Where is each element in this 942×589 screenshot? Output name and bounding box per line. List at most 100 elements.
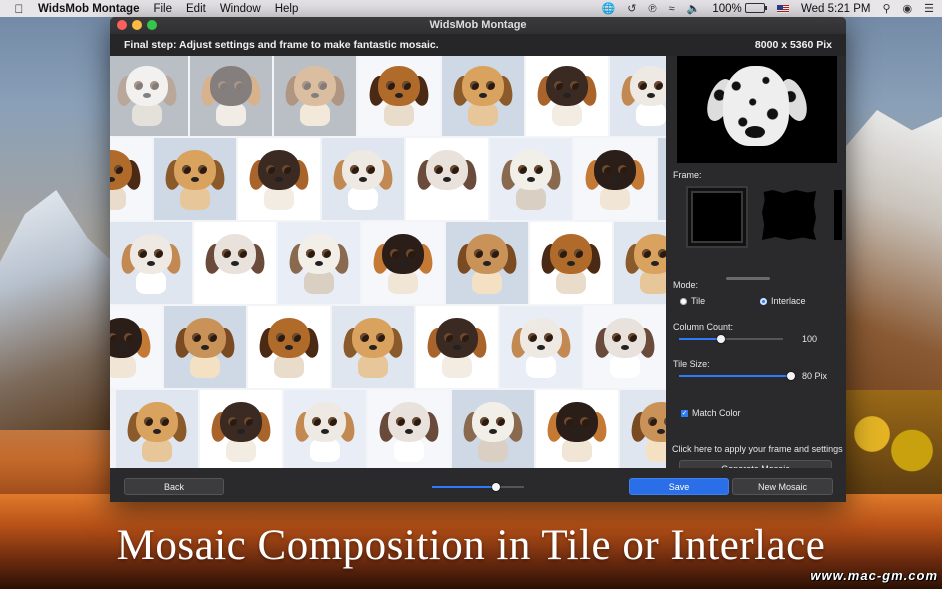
- puppy-figure: [367, 62, 431, 128]
- mosaic-row: [116, 390, 666, 468]
- zoom-slider-fill: [432, 486, 497, 488]
- puppy-nose: [399, 261, 407, 266]
- puppy-eye: [386, 81, 395, 90]
- column-count-label: Column Count:: [673, 322, 734, 332]
- frame-option-partial[interactable]: [834, 190, 842, 240]
- puppy-figure: [539, 230, 603, 296]
- checkmark-icon: ✓: [681, 409, 688, 417]
- mosaic-tile: [368, 390, 450, 468]
- puppy-eye: [528, 333, 537, 342]
- back-button[interactable]: Back: [124, 478, 224, 495]
- window-titlebar[interactable]: WidsMob Montage: [110, 17, 846, 34]
- mosaic-tile: [500, 306, 582, 388]
- frame-option-rough[interactable]: [762, 190, 816, 240]
- puppy-eye: [124, 333, 133, 342]
- notification-center-icon[interactable]: ☰: [924, 2, 934, 15]
- column-count-value: 100: [802, 334, 818, 344]
- column-count-slider[interactable]: [679, 335, 783, 343]
- column-count-slider-knob[interactable]: [716, 335, 725, 343]
- menu-edit[interactable]: Edit: [186, 3, 206, 15]
- mosaic-tile: [194, 222, 276, 304]
- mode-interlace-radio[interactable]: Interlace: [760, 296, 806, 306]
- original-image-preview[interactable]: [677, 56, 837, 163]
- zoom-slider-knob[interactable]: [492, 483, 501, 491]
- menu-app-name[interactable]: WidsMob Montage: [38, 3, 139, 15]
- puppy-figure: [283, 62, 347, 128]
- puppy-head: [214, 234, 256, 274]
- new-mosaic-button[interactable]: New Mosaic: [732, 478, 833, 495]
- puppy-nose: [315, 261, 323, 266]
- menu-help[interactable]: Help: [275, 3, 299, 15]
- time-machine-icon[interactable]: ↺: [627, 2, 636, 15]
- puppy-eye: [412, 417, 421, 426]
- bluetooth-icon[interactable]: ℗: [649, 3, 657, 15]
- puppy-figure: [619, 62, 666, 128]
- puppy-eye: [350, 165, 359, 174]
- menu-clock[interactable]: Wed 5:21 PM: [801, 3, 870, 15]
- mosaic-tile: [200, 390, 282, 468]
- puppy-head: [258, 150, 300, 190]
- tile-size-slider[interactable]: [679, 372, 795, 380]
- puppy-figure: [341, 314, 405, 380]
- mosaic-row: [110, 138, 666, 222]
- spotlight-search-icon[interactable]: ⚲: [882, 2, 890, 15]
- puppy-nose: [231, 261, 239, 266]
- mode-tile-radio[interactable]: Tile: [680, 296, 705, 306]
- mosaic-tile: [238, 138, 320, 220]
- puppy-eye: [534, 165, 543, 174]
- wifi-icon[interactable]: ≈: [669, 3, 675, 15]
- frame-option-plain[interactable]: [688, 188, 746, 246]
- mosaic-tile: [574, 138, 656, 220]
- puppy-figure: [110, 146, 143, 212]
- siri-icon[interactable]: ◉: [903, 2, 913, 15]
- mosaic-tile: [416, 306, 498, 388]
- zoom-slider[interactable]: [432, 483, 524, 491]
- tile-size-slider-knob[interactable]: [786, 372, 795, 380]
- puppy-eye: [444, 333, 453, 342]
- mosaic-tile: [442, 56, 524, 136]
- watermark: www.mac-gm.com: [810, 568, 938, 583]
- panel-divider-grip[interactable]: [726, 277, 770, 280]
- menu-file[interactable]: File: [153, 3, 172, 15]
- match-color-label: Match Color: [692, 408, 741, 418]
- puppy-eye: [638, 81, 647, 90]
- puppy-nose: [285, 345, 293, 350]
- puppy-nose: [573, 429, 581, 434]
- mosaic-tile: [110, 306, 162, 388]
- puppy-eye: [390, 249, 399, 258]
- puppy-figure: [163, 146, 227, 212]
- puppy-eye: [580, 417, 589, 426]
- puppy-eye: [376, 333, 385, 342]
- puppy-eye: [396, 417, 405, 426]
- input-source-flag-icon[interactable]: [776, 4, 789, 13]
- save-button[interactable]: Save: [629, 478, 729, 495]
- puppy-figure: [110, 314, 153, 380]
- match-color-checkbox[interactable]: ✓ Match Color: [681, 408, 741, 418]
- puppy-figure: [593, 314, 657, 380]
- puppy-eye: [570, 81, 579, 90]
- puppy-figure: [287, 230, 351, 296]
- mosaic-tile: [530, 222, 612, 304]
- promo-caption: Mosaic Composition in Tile or Interlace: [116, 522, 826, 569]
- mosaic-preview[interactable]: [110, 56, 666, 468]
- puppy-nose: [275, 177, 283, 182]
- puppy-figure: [535, 62, 599, 128]
- mosaic-tile: [452, 390, 534, 468]
- apple-menu-icon[interactable]: : [8, 2, 30, 16]
- puppy-eye: [222, 249, 231, 258]
- battery-status[interactable]: 100%: [712, 3, 767, 15]
- puppy-eye: [160, 417, 169, 426]
- column-count-slider-fill: [679, 338, 721, 340]
- dalmatian-nose: [745, 126, 765, 138]
- puppy-nose: [201, 345, 209, 350]
- puppy-head: [184, 318, 226, 358]
- puppy-figure: [173, 314, 237, 380]
- globe-icon[interactable]: 🌐: [602, 2, 616, 15]
- volume-icon[interactable]: 🔈: [687, 2, 701, 15]
- menu-window[interactable]: Window: [220, 3, 261, 15]
- puppy-eye: [450, 165, 459, 174]
- puppy-eye: [218, 81, 227, 90]
- puppy-figure: [331, 146, 395, 212]
- mosaic-tile: [358, 56, 440, 136]
- mosaic-row: [110, 222, 666, 306]
